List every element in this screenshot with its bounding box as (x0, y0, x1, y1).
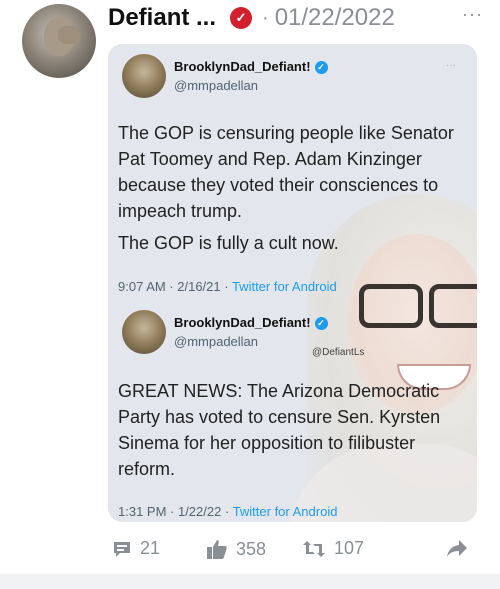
tweet-timestamp: 1:31 PM · 1/22/22 · (118, 504, 233, 519)
image-watermark: @DefiantLs (312, 347, 365, 358)
author-name[interactable]: Defiant ... (108, 4, 216, 32)
comment-icon (114, 541, 130, 557)
action-bar: 21 358 107 (0, 538, 500, 562)
share-button[interactable] (446, 538, 476, 558)
comment-count: 21 (140, 538, 161, 558)
verified-check-icon: ✓ (314, 61, 328, 74)
header-separator: · (262, 6, 269, 29)
like-count: 358 (236, 538, 267, 559)
like-button[interactable]: 358 (206, 538, 266, 560)
tweet-meta: 9:07 AM · 2/16/21 · Twitter for Android (118, 279, 337, 294)
repost-button[interactable]: 107 (302, 538, 364, 559)
glasses-graphic (359, 284, 477, 328)
tweet-body: GREAT NEWS: The Arizona Democratic Party… (118, 381, 441, 479)
tweet-timestamp: 9:07 AM · 2/16/21 · (118, 279, 232, 294)
tweet-more-icon: ··· (446, 60, 456, 71)
comment-button[interactable]: 21 (112, 538, 160, 559)
post-header: Defiant ... ✓ · 01/22/2022 (108, 0, 395, 36)
tweet-handle: @mmpadellan (174, 78, 259, 93)
repost-count: 107 (334, 538, 365, 558)
tweet-avatar (122, 54, 166, 98)
tweet-source: Twitter for Android (232, 504, 338, 519)
screenshot-card[interactable]: BrooklynDad_Defiant! ✓ @mmpadellan ··· Th… (108, 44, 477, 522)
verified-badge-icon: ✓ (230, 7, 253, 29)
bottom-divider (0, 574, 500, 589)
post-date[interactable]: 01/22/2022 (275, 4, 395, 32)
tweet-source: Twitter for Android (231, 279, 337, 294)
tweet-avatar (122, 310, 166, 354)
more-options-button[interactable]: ··· (462, 4, 483, 25)
tweet-body: The GOP is fully a cult now. (118, 233, 339, 253)
share-arrow-icon (447, 540, 467, 557)
tweet-meta: 1:31 PM · 1/22/22 · Twitter for Android (118, 504, 337, 519)
tweet-handle: @mmpadellan (174, 334, 259, 349)
author-avatar[interactable] (22, 4, 96, 78)
tweet-body: The GOP is censuring people like Senator… (118, 123, 454, 221)
tweet-author-name: BrooklynDad_Defiant! (174, 59, 311, 74)
thumbs-up-icon (207, 540, 227, 559)
tweet-author-name: BrooklynDad_Defiant! (174, 315, 311, 330)
repost-icon (303, 540, 325, 557)
verified-check-icon: ✓ (314, 317, 328, 330)
